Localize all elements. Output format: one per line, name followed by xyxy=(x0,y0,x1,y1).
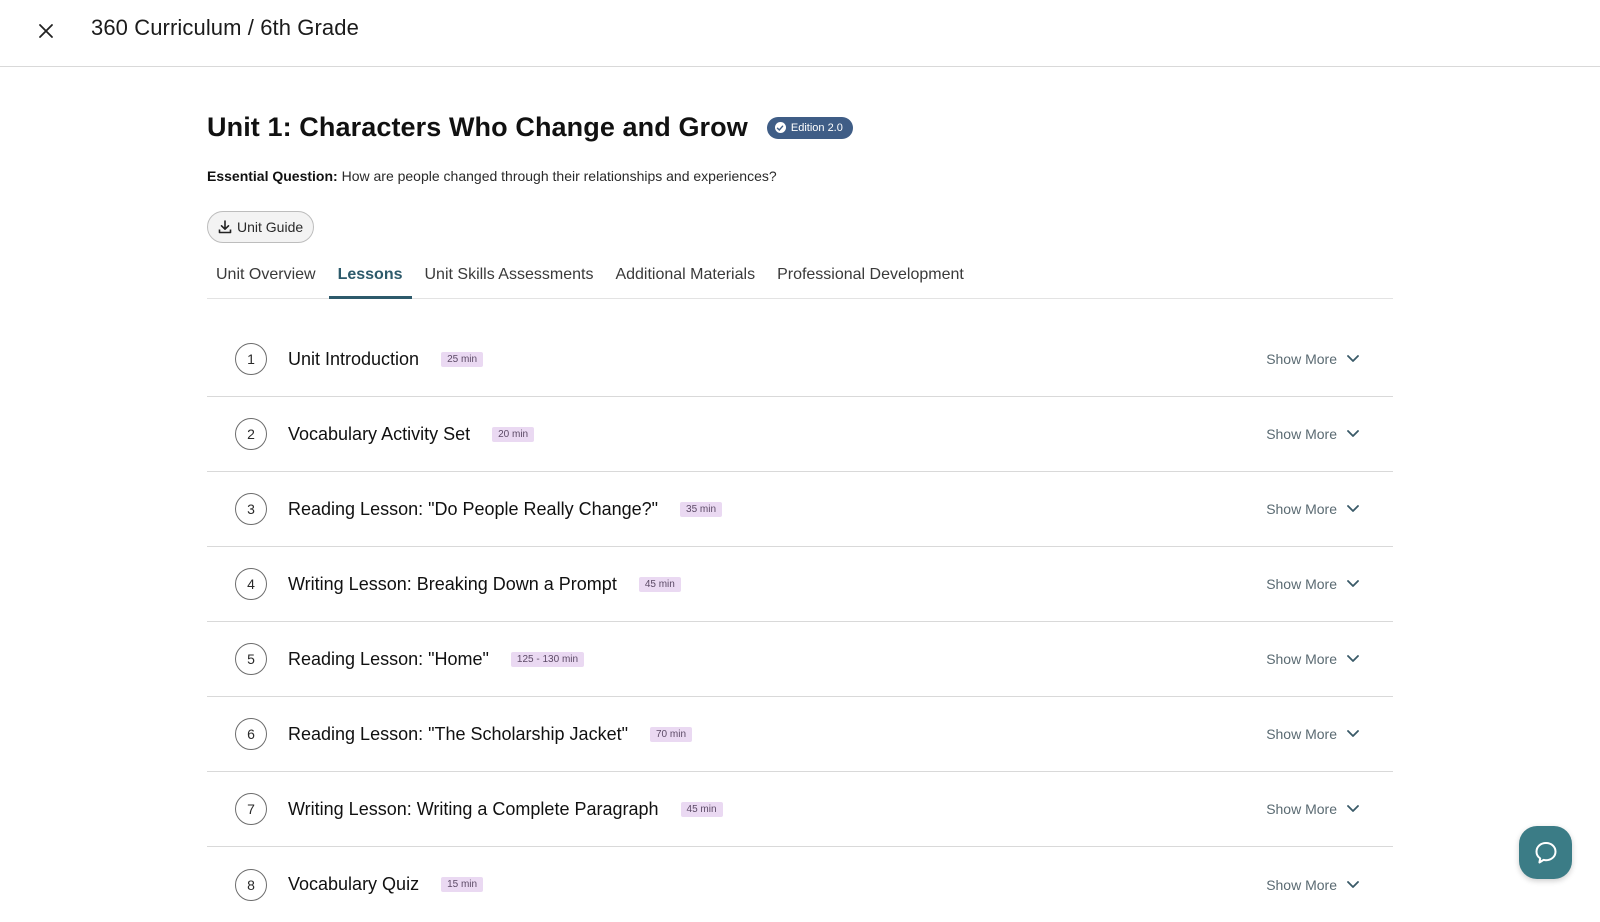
lesson-row[interactable]: 2 Vocabulary Activity Set 20 min Show Mo… xyxy=(207,397,1393,472)
chevron-down-icon xyxy=(1347,580,1359,587)
show-more-button[interactable]: Show More xyxy=(1266,426,1359,442)
show-more-label: Show More xyxy=(1266,726,1337,742)
lesson-list: 1 Unit Introduction 25 min Show More 2 V… xyxy=(207,322,1393,922)
lesson-title-wrap: Reading Lesson: "The Scholarship Jacket"… xyxy=(288,724,692,745)
lesson-title-wrap: Vocabulary Quiz 15 min xyxy=(288,874,484,895)
tab-bar: Unit Overview Lessons Unit Skills Assess… xyxy=(207,254,1393,299)
duration-badge: 125 - 130 min xyxy=(510,651,585,667)
lesson-title: Unit Introduction xyxy=(288,348,420,369)
check-circle-icon xyxy=(774,122,786,133)
chevron-down-icon xyxy=(1347,355,1359,362)
unit-guide-button[interactable]: Unit Guide xyxy=(207,211,315,243)
lesson-number: 3 xyxy=(235,493,267,525)
lesson-title: Writing Lesson: Writing a Complete Parag… xyxy=(288,798,659,819)
show-more-button[interactable]: Show More xyxy=(1266,576,1359,592)
download-icon xyxy=(218,220,232,234)
close-icon xyxy=(39,24,53,38)
lesson-row[interactable]: 5 Reading Lesson: "Home" 125 - 130 min S… xyxy=(207,622,1393,697)
unit-header: Unit 1: Characters Who Change and Grow E… xyxy=(207,112,853,143)
lesson-title: Vocabulary Quiz xyxy=(288,874,420,894)
lesson-number: 7 xyxy=(235,793,267,825)
lesson-title: Vocabulary Activity Set xyxy=(288,423,471,444)
show-more-button[interactable]: Show More xyxy=(1266,801,1359,817)
essential-question: Essential Question: How are people chang… xyxy=(207,168,777,184)
show-more-label: Show More xyxy=(1266,501,1337,517)
lesson-row[interactable]: 6 Reading Lesson: "The Scholarship Jacke… xyxy=(207,697,1393,772)
chevron-down-icon xyxy=(1347,505,1359,512)
tab-lessons[interactable]: Lessons xyxy=(328,254,412,299)
duration-badge: 25 min xyxy=(441,351,484,367)
tab-unit-overview[interactable]: Unit Overview xyxy=(207,254,325,299)
duration-badge: 45 min xyxy=(638,576,681,592)
lesson-row[interactable]: 8 Vocabulary Quiz 15 min Show More xyxy=(207,847,1393,922)
unit-title: Unit 1: Characters Who Change and Grow xyxy=(207,112,748,142)
show-more-button[interactable]: Show More xyxy=(1266,726,1359,742)
lesson-title: Writing Lesson: Breaking Down a Prompt xyxy=(288,573,617,594)
lesson-title-wrap: Unit Introduction 25 min xyxy=(288,348,484,370)
lesson-title: Reading Lesson: "The Scholarship Jacket" xyxy=(288,723,628,744)
essential-question-label: Essential Question: xyxy=(207,168,338,184)
duration-badge: 15 min xyxy=(441,877,484,892)
lesson-number: 6 xyxy=(235,718,267,750)
show-more-button[interactable]: Show More xyxy=(1266,501,1359,517)
show-more-label: Show More xyxy=(1266,351,1337,367)
lesson-title: Reading Lesson: "Home" xyxy=(288,648,489,669)
chevron-down-icon xyxy=(1347,430,1359,437)
tab-professional-development[interactable]: Professional Development xyxy=(768,254,973,299)
duration-badge: 45 min xyxy=(680,801,723,817)
lesson-number: 1 xyxy=(235,343,267,375)
lesson-title-wrap: Vocabulary Activity Set 20 min xyxy=(288,423,535,445)
duration-badge: 20 min xyxy=(492,426,535,442)
unit-guide-label: Unit Guide xyxy=(237,219,304,235)
lesson-number: 4 xyxy=(235,568,267,600)
lesson-title-wrap: Writing Lesson: Writing a Complete Parag… xyxy=(288,799,723,820)
lesson-row[interactable]: 4 Writing Lesson: Breaking Down a Prompt… xyxy=(207,547,1393,622)
lesson-title: Reading Lesson: "Do People Really Change… xyxy=(288,498,659,519)
lesson-title-wrap: Reading Lesson: "Do People Really Change… xyxy=(288,498,723,520)
show-more-label: Show More xyxy=(1266,426,1337,442)
tab-additional-materials[interactable]: Additional Materials xyxy=(606,254,764,299)
chevron-down-icon xyxy=(1347,730,1359,737)
show-more-label: Show More xyxy=(1266,876,1337,893)
show-more-label: Show More xyxy=(1266,651,1337,667)
chevron-down-icon xyxy=(1347,805,1359,812)
show-more-label: Show More xyxy=(1266,801,1337,817)
top-bar: 360 Curriculum / 6th Grade xyxy=(0,0,1600,67)
duration-badge: 35 min xyxy=(680,501,723,517)
show-more-button[interactable]: Show More xyxy=(1266,351,1359,367)
tab-unit-skills-assessments[interactable]: Unit Skills Assessments xyxy=(416,254,603,299)
show-more-button[interactable]: Show More xyxy=(1266,651,1359,667)
lesson-row[interactable]: 7 Writing Lesson: Writing a Complete Par… xyxy=(207,772,1393,847)
chevron-down-icon xyxy=(1347,655,1359,662)
page-title: 360 Curriculum / 6th Grade xyxy=(91,15,359,40)
duration-badge: 70 min xyxy=(649,726,692,742)
essential-question-text: How are people changed through their rel… xyxy=(341,168,777,184)
lesson-number: 5 xyxy=(235,643,267,675)
lesson-title-wrap: Reading Lesson: "Home" 125 - 130 min xyxy=(288,648,585,670)
chat-button[interactable] xyxy=(1519,826,1572,879)
chat-bubble-icon xyxy=(1535,841,1556,863)
edition-badge: Edition 2.0 xyxy=(766,116,853,139)
lesson-number: 2 xyxy=(235,418,267,450)
lesson-row[interactable]: 3 Reading Lesson: "Do People Really Chan… xyxy=(207,472,1393,547)
chevron-down-icon xyxy=(1347,880,1359,888)
show-more-button[interactable]: Show More xyxy=(1266,877,1359,893)
close-button[interactable] xyxy=(34,19,58,43)
show-more-label: Show More xyxy=(1266,576,1337,592)
lesson-number: 8 xyxy=(235,868,267,901)
edition-label: Edition 2.0 xyxy=(790,121,843,134)
lesson-row[interactable]: 1 Unit Introduction 25 min Show More xyxy=(207,322,1393,397)
lesson-title-wrap: Writing Lesson: Breaking Down a Prompt 4… xyxy=(288,574,681,595)
